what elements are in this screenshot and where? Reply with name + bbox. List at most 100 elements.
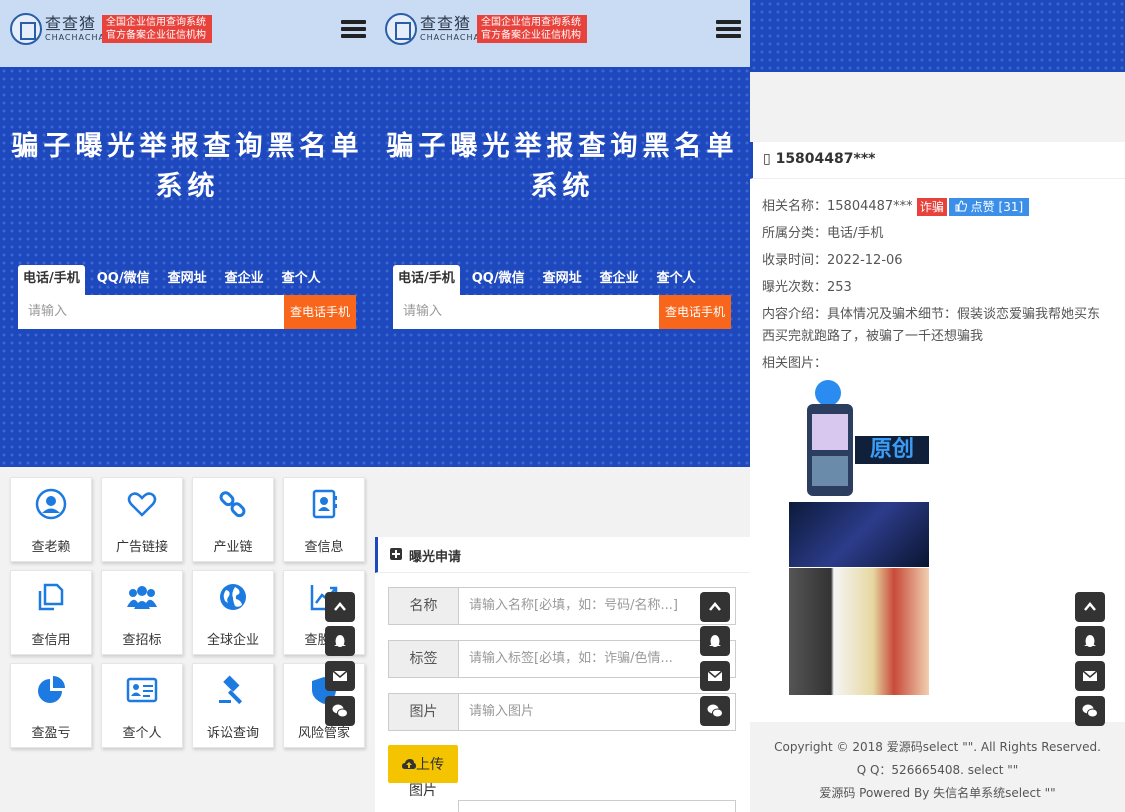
tab-phone[interactable]: 电话/手机 (393, 265, 460, 295)
wechat-button[interactable] (1075, 696, 1105, 726)
powered-by-text: 爱源码 Powered By 失信名单系统select "" (819, 786, 1056, 800)
qq-penguin-icon (1084, 635, 1096, 647)
chain-link-icon (219, 491, 246, 518)
mail-icon (707, 670, 723, 681)
search-bar: 请输入 查电话手机 (18, 295, 356, 329)
hero-banner: 骗子曝光举报查询黑名单系统 电话/手机 QQ/微信 查网址 查企业 查个人 请输… (375, 67, 750, 467)
qq-penguin-icon (709, 635, 721, 647)
chevron-up-icon (334, 602, 346, 611)
label: 所属分类： (762, 226, 828, 241)
grid-item-laolai[interactable]: 查老赖 (10, 477, 92, 562)
wechat-button[interactable] (325, 696, 355, 726)
qr-code-icon (812, 414, 848, 450)
search-input[interactable]: 请输入 (393, 295, 659, 329)
back-to-top-button[interactable] (1075, 592, 1105, 622)
name-input[interactable]: 请输入名称[必填，如：号码/名称...] (459, 588, 735, 624)
chevron-up-icon (709, 602, 721, 611)
back-to-top-button[interactable] (700, 592, 730, 622)
upload-label: 上传 (416, 757, 444, 773)
field-label: 图片 (389, 694, 459, 730)
email-button[interactable] (700, 661, 730, 691)
search-input[interactable]: 请输入 (18, 295, 284, 329)
hero-title: 骗子曝光举报查询黑名单系统 (11, 131, 364, 202)
description-row: 内容介绍：具体情况及骗术细节：假装谈恋爱骗我帮她买东西买完就跑路了，被骗了一千还… (762, 304, 1107, 348)
back-to-top-button[interactable] (325, 592, 355, 622)
mail-icon (1082, 670, 1098, 681)
grid-item-label: 查老赖 (31, 540, 71, 555)
next-field (458, 800, 736, 812)
group-users-icon (127, 586, 157, 609)
label: 相关名称： (762, 199, 828, 214)
tab-company[interactable]: 查企业 (220, 265, 269, 295)
grid-item-label: 产业链 (213, 540, 253, 555)
grid-item-label: 查信息 (304, 540, 344, 555)
category-row: 所属分类：电话/手机 (762, 223, 883, 245)
spacer (750, 72, 1125, 142)
grid-item-label: 查盈亏 (31, 726, 71, 741)
id-card-icon (126, 677, 158, 703)
screenshot-collage (789, 568, 929, 695)
tab-person[interactable]: 查个人 (652, 265, 701, 295)
search-button[interactable]: 查电话手机 (284, 295, 356, 329)
section-title: 曝光申请 (409, 550, 462, 565)
tag-input[interactable]: 请输入标签[必填，如：诈骗/色情... (459, 641, 735, 677)
grid-item-global-company[interactable]: 全球企业 (192, 570, 274, 655)
wechat-icon (1082, 704, 1098, 718)
qq-button[interactable] (325, 626, 355, 656)
pie-chart-icon (38, 676, 65, 703)
brand-logo[interactable]: 查查猹 CHACHACHA 全国企业信用查询系统 官方备案企业征信机构 (10, 13, 212, 45)
wechat-button[interactable] (700, 696, 730, 726)
grid-item-label: 查信用 (31, 633, 71, 648)
seal-icon (385, 13, 417, 45)
tab-website[interactable]: 查网址 (538, 265, 587, 295)
menu-icon[interactable] (341, 20, 366, 40)
brand-name: 查查猹 (45, 14, 97, 33)
grid-item-profit-loss[interactable]: 查盈亏 (10, 663, 92, 748)
tab-company[interactable]: 查企业 (595, 265, 644, 295)
name-field: 名称 请输入名称[必填，如：号码/名称...] (388, 587, 736, 625)
fraud-tag[interactable]: 诈骗 (916, 197, 947, 216)
submit-panel: 查查猹 CHACHACHA 全国企业信用查询系统 官方备案企业征信机构 骗子曝光… (375, 0, 750, 812)
thumbs-up-icon (955, 199, 968, 211)
grid-item-credit[interactable]: 查信用 (10, 570, 92, 655)
search-button[interactable]: 查电话手机 (659, 295, 731, 329)
tagline-line2: 官方备案企业征信机构 (106, 30, 206, 41)
label: 收录时间： (762, 253, 828, 268)
upload-button[interactable]: 上传 (388, 745, 458, 783)
qq-button[interactable] (700, 626, 730, 656)
hero-banner: 骗子曝光举报查询黑名单系统 电话/手机 QQ/微信 查网址 查企业 查个人 请输… (0, 67, 375, 467)
mail-icon (332, 670, 348, 681)
grid-item-personal[interactable]: 查个人 (101, 663, 183, 748)
qq-button[interactable] (1075, 626, 1105, 656)
world-map-pattern (750, 0, 1125, 72)
time-value: 2022-12-06 (827, 253, 903, 268)
evidence-image[interactable]: 原创 (789, 380, 929, 695)
like-button[interactable]: 点赞 [31] (948, 197, 1030, 216)
grid-item-industry-chain[interactable]: 产业链 (192, 477, 274, 562)
email-button[interactable] (325, 661, 355, 691)
section-header: 曝光申请 (375, 537, 750, 573)
brand-tagline: 全国企业信用查询系统 官方备案企业征信机构 (477, 15, 587, 43)
category-value: 电话/手机 (827, 226, 884, 241)
globe-icon (220, 584, 246, 610)
tab-qq-wechat[interactable]: QQ/微信 (92, 265, 155, 295)
brand-logo[interactable]: 查查猹 CHACHACHA 全国企业信用查询系统 官方备案企业征信机构 (385, 13, 587, 45)
grid-item-bidding[interactable]: 查招标 (101, 570, 183, 655)
seal-icon (10, 13, 42, 45)
tab-person[interactable]: 查个人 (277, 265, 326, 295)
grid-item-litigation[interactable]: 诉讼查询 (192, 663, 274, 748)
grid-item-info[interactable]: 查信息 (283, 477, 365, 562)
phone-image (807, 404, 853, 496)
tab-phone[interactable]: 电话/手机 (18, 265, 85, 295)
label: 曝光次数： (762, 280, 828, 295)
grid-item-ad-link[interactable]: 广告链接 (101, 477, 183, 562)
detail-title: ▯ 15804487*** (763, 151, 876, 167)
email-button[interactable] (1075, 661, 1105, 691)
tab-qq-wechat[interactable]: QQ/微信 (467, 265, 530, 295)
brand-name: 查查猹 (420, 14, 472, 33)
tab-website[interactable]: 查网址 (163, 265, 212, 295)
image-input[interactable]: 请输入图片 (459, 694, 735, 730)
menu-icon[interactable] (716, 20, 741, 40)
hero-banner-strip (750, 0, 1125, 72)
chevron-up-icon (1084, 602, 1096, 611)
